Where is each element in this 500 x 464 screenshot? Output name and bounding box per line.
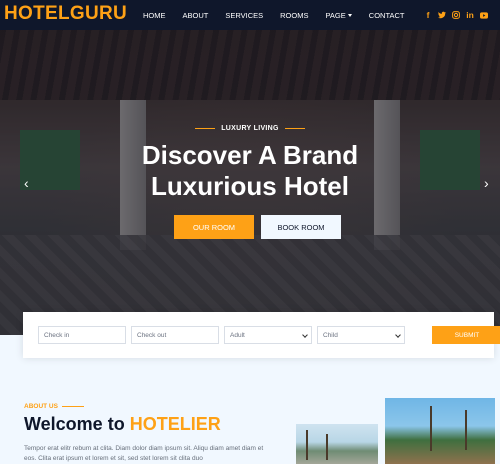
about-image-1 — [296, 424, 378, 464]
facebook-icon[interactable]: f — [424, 9, 432, 21]
submit-button[interactable]: SUBMIT — [432, 326, 500, 344]
main-nav: HOME ABOUT SERVICES ROOMS PAGE CONTACT — [143, 0, 421, 30]
hero-tagline: LUXURY LIVING — [0, 125, 500, 132]
nav-about[interactable]: ABOUT — [183, 11, 209, 20]
nav-contact[interactable]: CONTACT — [369, 11, 405, 20]
our-room-button[interactable]: OUR ROOM — [174, 215, 254, 239]
booking-form: Check in Check out Adult Child SUBMIT — [23, 312, 500, 358]
about-tag: ABOUT US — [24, 403, 84, 410]
youtube-icon[interactable] — [480, 9, 488, 21]
nav-services[interactable]: SERVICES — [225, 11, 263, 20]
brand-logo[interactable]: HOTELGURU — [4, 3, 127, 25]
twitter-icon[interactable] — [438, 9, 446, 21]
linkedin-icon[interactable]: in — [466, 9, 474, 21]
about-text: Tempor erat elitr rebum at clita. Diam d… — [24, 445, 264, 462]
nav-rooms[interactable]: ROOMS — [280, 11, 308, 20]
nav-page-dropdown[interactable]: PAGE — [325, 11, 351, 20]
hero-carousel: ‹ › LUXURY LIVING Discover A Brand Luxur… — [0, 30, 500, 335]
social-links: f in — [424, 9, 488, 21]
hero-title: Discover A Brand Luxurious Hotel — [141, 140, 359, 201]
nav-home[interactable]: HOME — [143, 11, 166, 20]
book-room-button[interactable]: BOOK ROOM — [261, 215, 341, 239]
instagram-icon[interactable] — [452, 9, 460, 21]
chevron-down-icon — [395, 332, 401, 338]
child-select[interactable]: Child — [317, 326, 405, 344]
navbar: HOTELGURU HOME ABOUT SERVICES ROOMS PAGE… — [0, 0, 500, 30]
adult-select[interactable]: Adult — [224, 326, 312, 344]
chevron-down-icon — [302, 332, 308, 338]
about-image-2 — [385, 398, 495, 464]
checkin-input[interactable]: Check in — [38, 326, 126, 344]
about-title: Welcome to HOTELIER — [24, 414, 221, 434]
checkout-input[interactable]: Check out — [131, 326, 219, 344]
